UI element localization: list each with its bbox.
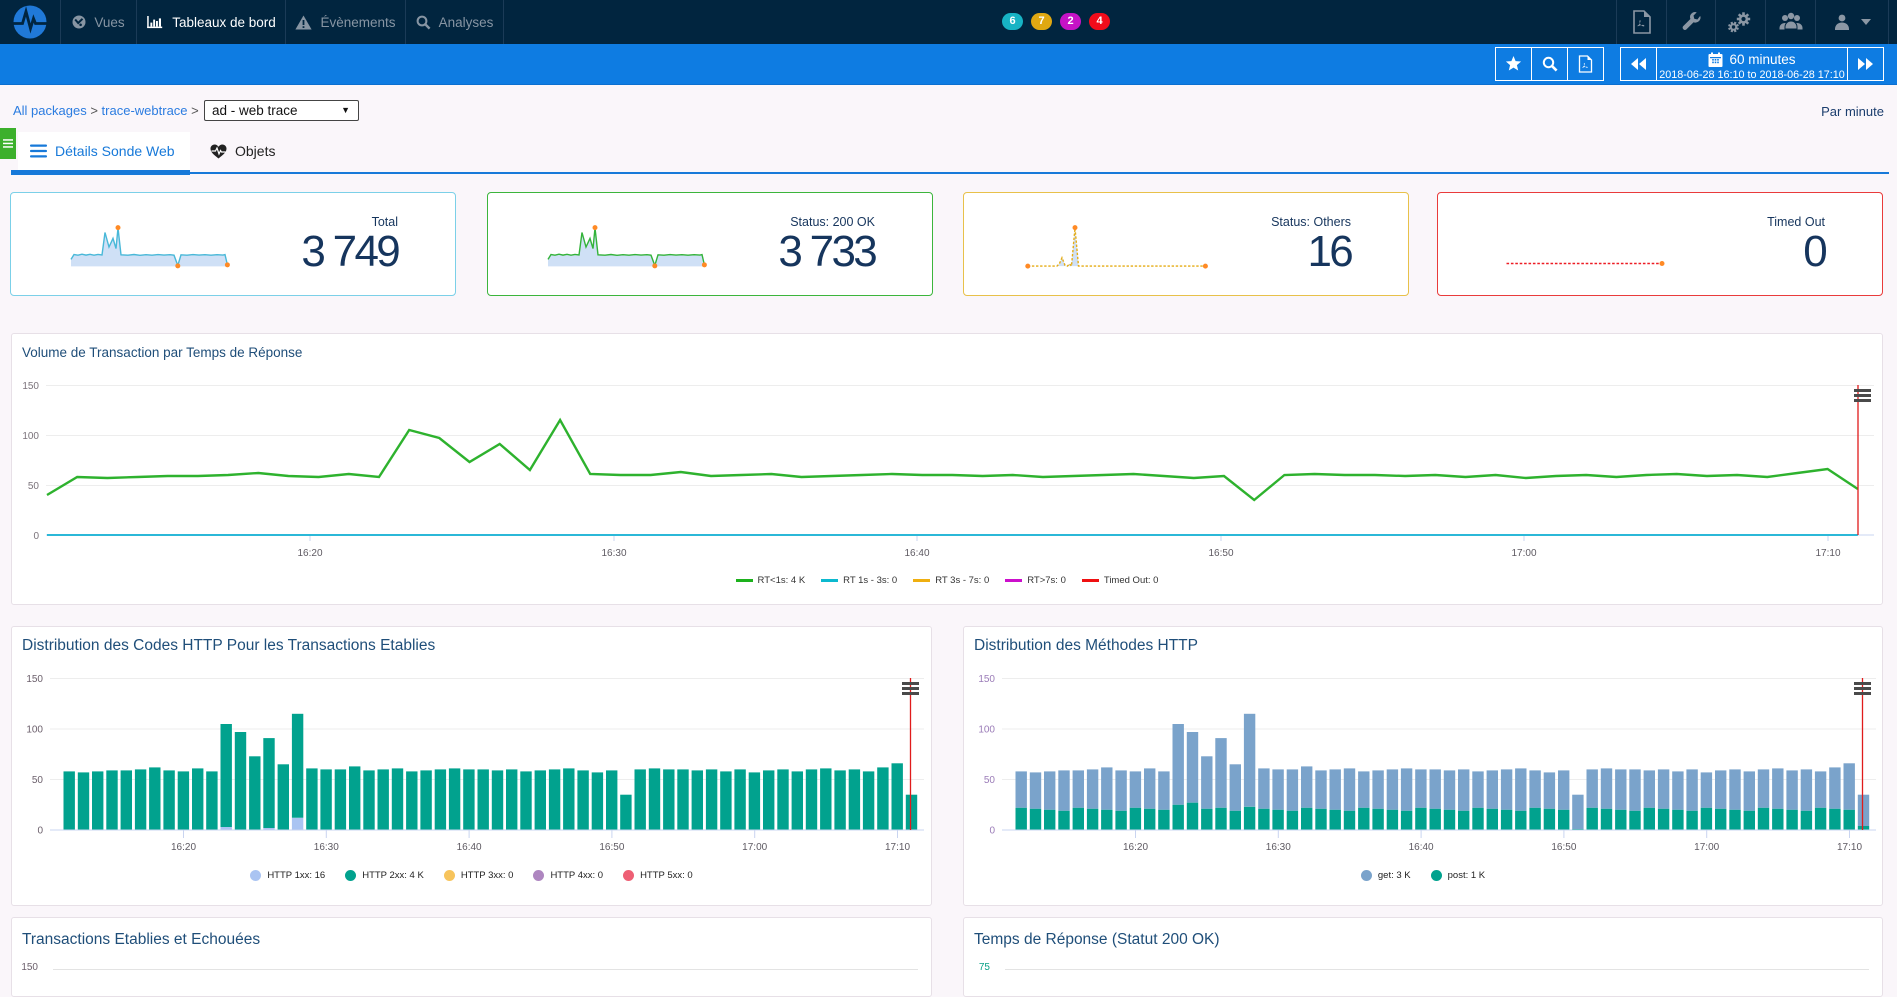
svg-text:100: 100: [978, 725, 995, 736]
svg-text:16:30: 16:30: [601, 548, 626, 559]
svg-text:0: 0: [33, 531, 39, 542]
svg-text:17:10: 17:10: [1815, 548, 1840, 559]
svg-text:17:00: 17:00: [1511, 548, 1536, 559]
svg-text:16:50: 16:50: [1551, 842, 1576, 853]
svg-text:17:00: 17:00: [742, 842, 767, 853]
svg-text:16:50: 16:50: [1208, 548, 1233, 559]
svg-text:16:20: 16:20: [297, 548, 322, 559]
svg-text:0: 0: [989, 826, 995, 837]
svg-text:50: 50: [984, 775, 996, 786]
svg-text:16:40: 16:40: [904, 548, 929, 559]
svg-text:50: 50: [32, 775, 44, 786]
svg-text:150: 150: [22, 381, 39, 392]
svg-text:150: 150: [26, 674, 43, 685]
svg-text:100: 100: [26, 725, 43, 736]
svg-text:16:50: 16:50: [599, 842, 624, 853]
svg-text:16:40: 16:40: [1409, 842, 1434, 853]
svg-text:0: 0: [37, 826, 43, 837]
svg-text:100: 100: [22, 431, 39, 442]
svg-text:16:30: 16:30: [314, 842, 339, 853]
svg-text:17:10: 17:10: [1837, 842, 1862, 853]
svg-text:17:10: 17:10: [885, 842, 910, 853]
svg-text:16:40: 16:40: [457, 842, 482, 853]
svg-text:150: 150: [978, 674, 995, 685]
svg-text:17:00: 17:00: [1694, 842, 1719, 853]
svg-text:50: 50: [28, 481, 40, 492]
svg-text:16:20: 16:20: [1123, 842, 1148, 853]
svg-text:16:20: 16:20: [171, 842, 196, 853]
svg-text:16:30: 16:30: [1266, 842, 1291, 853]
